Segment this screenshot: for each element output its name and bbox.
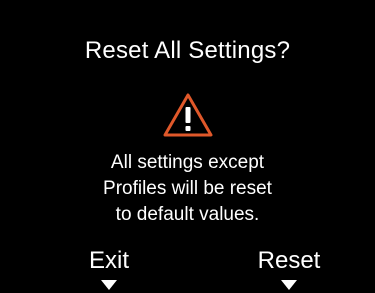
exit-button-label: Exit (88, 247, 129, 274)
dialog-message: All settings except Profiles will be res… (0, 150, 375, 228)
message-line: to default values. (115, 204, 260, 225)
arrow-down-icon (281, 280, 297, 290)
exit-button[interactable]: Exit (80, 246, 138, 290)
warning-triangle-icon (163, 93, 213, 137)
reset-button-label: Reset (257, 247, 321, 274)
dialog-title: Reset All Settings? (84, 37, 291, 64)
message-line: Profiles will be reset (103, 178, 272, 199)
reset-button[interactable]: Reset (252, 246, 326, 290)
arrow-down-icon (101, 280, 117, 290)
reset-settings-dialog: Reset All Settings? All settings except … (0, 0, 375, 293)
message-line: All settings except (110, 152, 265, 173)
